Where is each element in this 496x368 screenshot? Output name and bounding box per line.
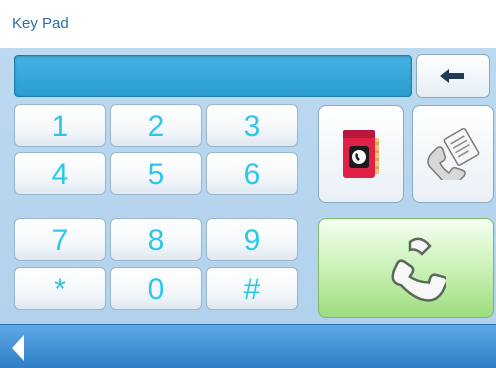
phone-handset-icon: [391, 237, 446, 302]
phonebook-icon: [343, 130, 379, 178]
key-5[interactable]: 5: [110, 152, 202, 195]
backspace-button[interactable]: [416, 54, 490, 98]
backspace-arrow-icon: [440, 69, 464, 83]
call-log-icon: [427, 128, 480, 180]
key-2[interactable]: 2: [110, 104, 202, 147]
key-9[interactable]: 9: [206, 218, 298, 261]
key-3[interactable]: 3: [206, 104, 298, 147]
key-4[interactable]: 4: [14, 152, 106, 195]
key-hash[interactable]: #: [206, 267, 298, 310]
key-8[interactable]: 8: [110, 218, 202, 261]
key-star[interactable]: *: [14, 267, 106, 310]
back-chevron-icon[interactable]: [8, 333, 30, 363]
page-title: Key Pad: [12, 15, 69, 32]
bottom-nav-bar: [0, 324, 496, 368]
key-0[interactable]: 0: [110, 267, 202, 310]
key-7[interactable]: 7: [14, 218, 106, 261]
number-display: [14, 55, 412, 97]
call-button[interactable]: [318, 218, 494, 318]
key-1[interactable]: 1: [14, 104, 106, 147]
phonebook-button[interactable]: [318, 105, 404, 203]
key-6[interactable]: 6: [206, 152, 298, 195]
call-log-button[interactable]: [412, 105, 494, 203]
